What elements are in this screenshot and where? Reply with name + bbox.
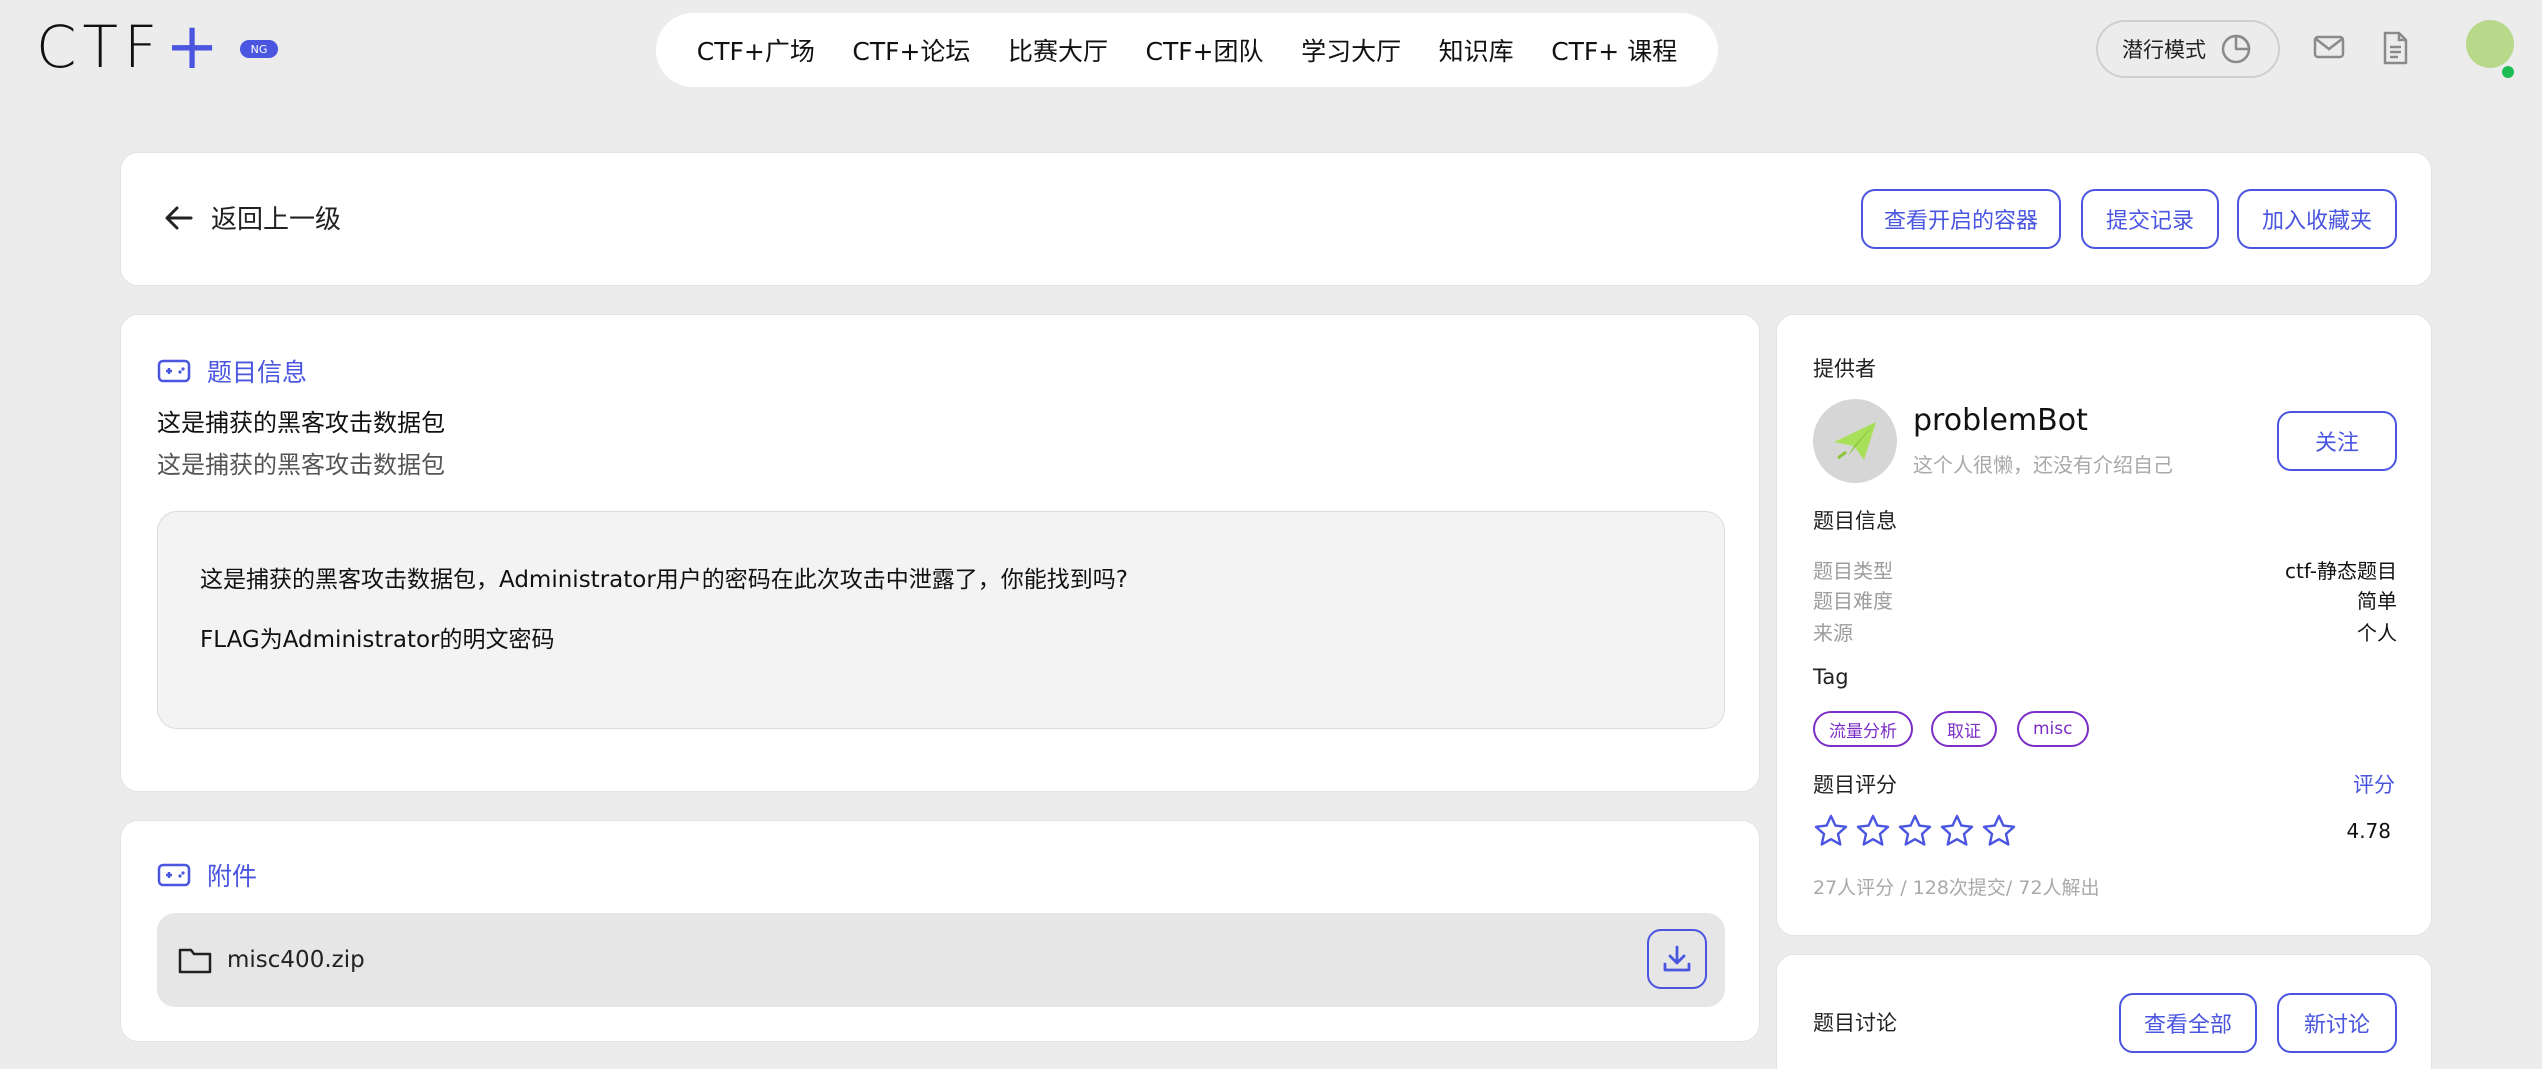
meta-section-label: 题目信息 [1813, 509, 1897, 533]
discussion-card: 题目讨论 查看全部 新讨论 [1776, 954, 2432, 1069]
nav-item-knowledge[interactable]: 知识库 [1439, 32, 1514, 68]
meta-row-type: 题目类型 ctf-静态题目 [1813, 555, 2397, 584]
meta-key: 题目难度 [1813, 589, 1893, 613]
provider-avatar[interactable] [1813, 399, 1897, 483]
tag-label: Tag [1813, 665, 1849, 689]
main-nav: CTF+广场 CTF+论坛 比赛大厅 CTF+团队 学习大厅 知识库 CTF+ … [656, 13, 1718, 87]
question-info-header: 题目信息 [157, 353, 307, 389]
discussion-label: 题目讨论 [1813, 1011, 1897, 1035]
mail-icon[interactable] [2312, 30, 2346, 64]
back-label: 返回上一级 [211, 205, 342, 235]
meta-row-difficulty: 题目难度 简单 [1813, 585, 2397, 614]
stealth-mode-label: 潜行模式 [2122, 38, 2206, 62]
meta-value: 简单 [2357, 589, 2397, 613]
star-icon[interactable] [1897, 813, 1933, 849]
submissions-button[interactable]: 提交记录 [2081, 189, 2219, 249]
ng-badge: NG [240, 40, 278, 58]
attachment-card: 附件 misc400.zip [120, 820, 1760, 1042]
arrow-left-icon [165, 206, 193, 229]
rating-stats: 27人评分 / 128次提交/ 72人解出 [1813, 877, 2100, 899]
meta-row-source: 来源 个人 [1813, 617, 2397, 646]
gamepad-icon [157, 863, 191, 887]
follow-button[interactable]: 关注 [2277, 411, 2397, 471]
nav-item-square[interactable]: CTF+广场 [697, 32, 815, 68]
pie-chart-icon [2221, 34, 2251, 64]
back-button[interactable]: 返回上一级 [161, 199, 341, 236]
rating-stars[interactable] [1813, 813, 2017, 849]
question-title: 这是捕获的黑客攻击数据包 [157, 409, 445, 437]
provider-label: 提供者 [1813, 357, 1876, 381]
meta-value: 个人 [2357, 621, 2397, 645]
logo[interactable]: CTF + [36, 10, 219, 84]
nav-item-courses[interactable]: CTF+ 课程 [1551, 32, 1677, 68]
star-icon[interactable] [1981, 813, 2017, 849]
attachment-file-row: misc400.zip [157, 913, 1725, 1007]
tag-traffic-analysis[interactable]: 流量分析 [1813, 711, 1913, 747]
nav-item-forum[interactable]: CTF+论坛 [852, 32, 970, 68]
nav-item-learning[interactable]: 学习大厅 [1301, 32, 1401, 68]
gamepad-icon [157, 359, 191, 383]
view-containers-button[interactable]: 查看开启的容器 [1861, 189, 2061, 249]
rating-label: 题目评分 [1813, 773, 1897, 797]
question-description: 这是捕获的黑客攻击数据包，Administrator用户的密码在此次攻击中泄露了… [157, 511, 1725, 729]
question-subtitle: 这是捕获的黑客攻击数据包 [157, 451, 445, 479]
description-line-1: 这是捕获的黑客攻击数据包，Administrator用户的密码在此次攻击中泄露了… [200, 567, 1128, 593]
new-discussion-button[interactable]: 新讨论 [2277, 993, 2397, 1053]
online-status-dot [2500, 64, 2516, 80]
provider-name[interactable]: problemBot [1913, 403, 2088, 438]
stealth-mode-toggle[interactable]: 潜行模式 [2096, 20, 2280, 78]
logo-text: CTF [36, 13, 164, 81]
tag-forensics[interactable]: 取证 [1931, 711, 1997, 747]
attachment-label: 附件 [207, 862, 258, 891]
logo-plus: + [165, 10, 219, 84]
side-info-card: 提供者 problemBot 这个人很懒，还没有介绍自己 关注 题目信息 题目类… [1776, 314, 2432, 936]
document-icon[interactable] [2378, 30, 2412, 66]
folder-icon [178, 948, 212, 974]
download-button[interactable] [1647, 929, 1707, 989]
rate-link[interactable]: 评分 [2353, 769, 2395, 799]
star-icon[interactable] [1855, 813, 1891, 849]
star-icon[interactable] [1939, 813, 1975, 849]
paper-plane-icon [1834, 422, 1876, 460]
download-icon [1663, 945, 1691, 972]
tag-misc[interactable]: misc [2017, 711, 2089, 747]
view-all-discussions-button[interactable]: 查看全部 [2119, 993, 2257, 1053]
add-favorite-button[interactable]: 加入收藏夹 [2237, 189, 2397, 249]
meta-key: 题目类型 [1813, 559, 1893, 583]
user-avatar[interactable] [2466, 20, 2514, 68]
top-bar: CTF + NG CTF+广场 CTF+论坛 比赛大厅 CTF+团队 学习大厅 … [0, 0, 2542, 100]
action-bar: 返回上一级 查看开启的容器 提交记录 加入收藏夹 [120, 152, 2432, 286]
meta-key: 来源 [1813, 621, 1853, 645]
provider-bio: 这个人很懒，还没有介绍自己 [1913, 453, 2173, 477]
star-icon[interactable] [1813, 813, 1849, 849]
description-line-2: FLAG为Administrator的明文密码 [200, 627, 555, 653]
question-info-card: 题目信息 这是捕获的黑客攻击数据包 这是捕获的黑客攻击数据包 这是捕获的黑客攻击… [120, 314, 1760, 792]
meta-value: ctf-静态题目 [2284, 559, 2397, 583]
nav-item-teams[interactable]: CTF+团队 [1146, 32, 1264, 68]
rating-score: 4.78 [2346, 819, 2391, 843]
nav-item-competitions[interactable]: 比赛大厅 [1008, 32, 1108, 68]
question-info-label: 题目信息 [207, 358, 308, 387]
attachment-header: 附件 [157, 857, 257, 893]
attachment-file-name: misc400.zip [227, 947, 365, 973]
